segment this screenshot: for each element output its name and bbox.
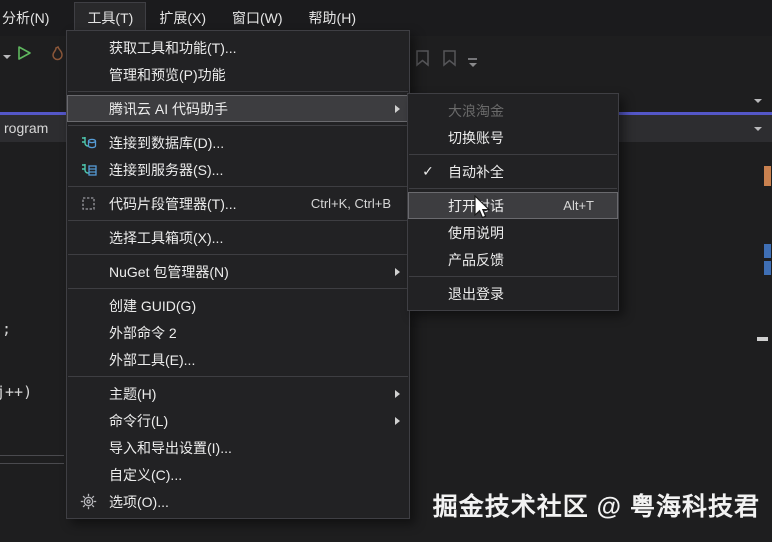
shortcut-label: Alt+T — [563, 198, 594, 213]
menu-separator — [68, 125, 408, 126]
submenu-item-auto-complete[interactable]: ✓ 自动补全 — [408, 158, 618, 185]
scrollbar-annotation — [764, 244, 771, 258]
checkmark-icon: ✓ — [422, 163, 434, 180]
navigation-bar-type-label[interactable]: rogram — [4, 120, 48, 136]
menu-item-connect-server[interactable]: 连接到服务器(S)... — [67, 156, 409, 183]
scrollbar-thumb-mark — [757, 337, 768, 341]
menu-separator — [68, 376, 408, 377]
menu-item-connect-database[interactable]: 连接到数据库(D)... — [67, 129, 409, 156]
tab-list-dropdown-icon[interactable] — [754, 99, 762, 103]
menu-item-nuget-package-manager[interactable]: NuGet 包管理器(N) — [67, 258, 409, 285]
pane-splitter — [0, 455, 64, 456]
menu-separator — [68, 288, 408, 289]
menu-item-create-guid[interactable]: 创建 GUID(G) — [67, 292, 409, 319]
menu-item-external-command-2[interactable]: 外部命令 2 — [67, 319, 409, 346]
watermark-text: 掘金技术社区 @ 粤海科技君 — [432, 493, 760, 521]
toolbar-overflow-icon[interactable] — [468, 58, 477, 67]
menu-separator — [409, 154, 617, 155]
menu-item-manage-preview-features[interactable]: 管理和预览(P)功能 — [67, 61, 409, 88]
hot-reload-icon[interactable] — [50, 45, 65, 68]
menu-item-choose-toolbox-items[interactable]: 选择工具箱项(X)... — [67, 224, 409, 251]
submenu-item-account-name: 大浪淘金 — [448, 102, 504, 119]
submenu-item-open-chat[interactable]: 打开对话 Alt+T — [408, 192, 618, 219]
tools-menu: 获取工具和功能(T)... 管理和预览(P)功能 腾讯云 AI 代码助手 连接到… — [66, 30, 410, 519]
menu-separator — [68, 91, 408, 92]
menu-item-command-line[interactable]: 命令行(L) — [67, 407, 409, 434]
code-fragment: ; — [2, 320, 12, 338]
server-connect-icon — [67, 162, 109, 178]
menu-item-customize[interactable]: 自定义(C)... — [67, 461, 409, 488]
menu-item-import-export-settings[interactable]: 导入和导出设置(I)... — [67, 434, 409, 461]
menu-item-options[interactable]: 选项(O)... — [67, 488, 409, 515]
code-snippet-icon — [67, 196, 109, 211]
gear-icon — [67, 493, 109, 510]
menu-analyze[interactable]: 分析(N) — [0, 2, 62, 34]
submenu-arrow-icon — [395, 267, 400, 276]
submenu-arrow-icon — [395, 104, 400, 113]
menu-separator — [409, 188, 617, 189]
submenu-arrow-icon — [395, 416, 400, 425]
mouse-cursor-icon — [472, 194, 494, 226]
submenu-item-switch-account[interactable]: 切换账号 — [408, 124, 618, 151]
submenu-item-logout[interactable]: 退出登录 — [408, 280, 618, 307]
scrollbar-annotation — [764, 166, 771, 186]
submenu-item-product-feedback[interactable]: 产品反馈 — [408, 246, 618, 273]
submenu-item-usage-guide[interactable]: 使用说明 — [408, 219, 618, 246]
database-connect-icon — [67, 135, 109, 151]
ai-assistant-submenu: 大浪淘金 切换账号 ✓ 自动补全 打开对话 Alt+T 使用说明 产品反馈 退出… — [407, 93, 619, 311]
run-button[interactable] — [15, 44, 33, 67]
shortcut-label: Ctrl+K, Ctrl+B — [310, 196, 391, 211]
code-fragment: j++) — [0, 383, 33, 401]
bookmark-icon[interactable] — [414, 49, 431, 73]
menu-item-tencent-ai-assistant[interactable]: 腾讯云 AI 代码助手 — [67, 95, 409, 122]
submenu-arrow-icon — [395, 389, 400, 398]
bookmark-icon[interactable] — [441, 49, 458, 73]
chevron-down-icon[interactable] — [3, 55, 11, 59]
menu-separator — [409, 276, 617, 277]
menu-item-code-snippets-manager[interactable]: 代码片段管理器(T)... Ctrl+K, Ctrl+B — [67, 190, 409, 217]
scrollbar-annotation — [764, 261, 771, 275]
menu-separator — [68, 254, 408, 255]
menu-item-theme[interactable]: 主题(H) — [67, 380, 409, 407]
menu-item-get-tools[interactable]: 获取工具和功能(T)... — [67, 34, 409, 61]
menu-separator — [68, 186, 408, 187]
pane-splitter — [0, 463, 64, 464]
chevron-down-icon[interactable] — [754, 127, 762, 131]
menu-item-external-tools[interactable]: 外部工具(E)... — [67, 346, 409, 373]
menu-separator — [68, 220, 408, 221]
